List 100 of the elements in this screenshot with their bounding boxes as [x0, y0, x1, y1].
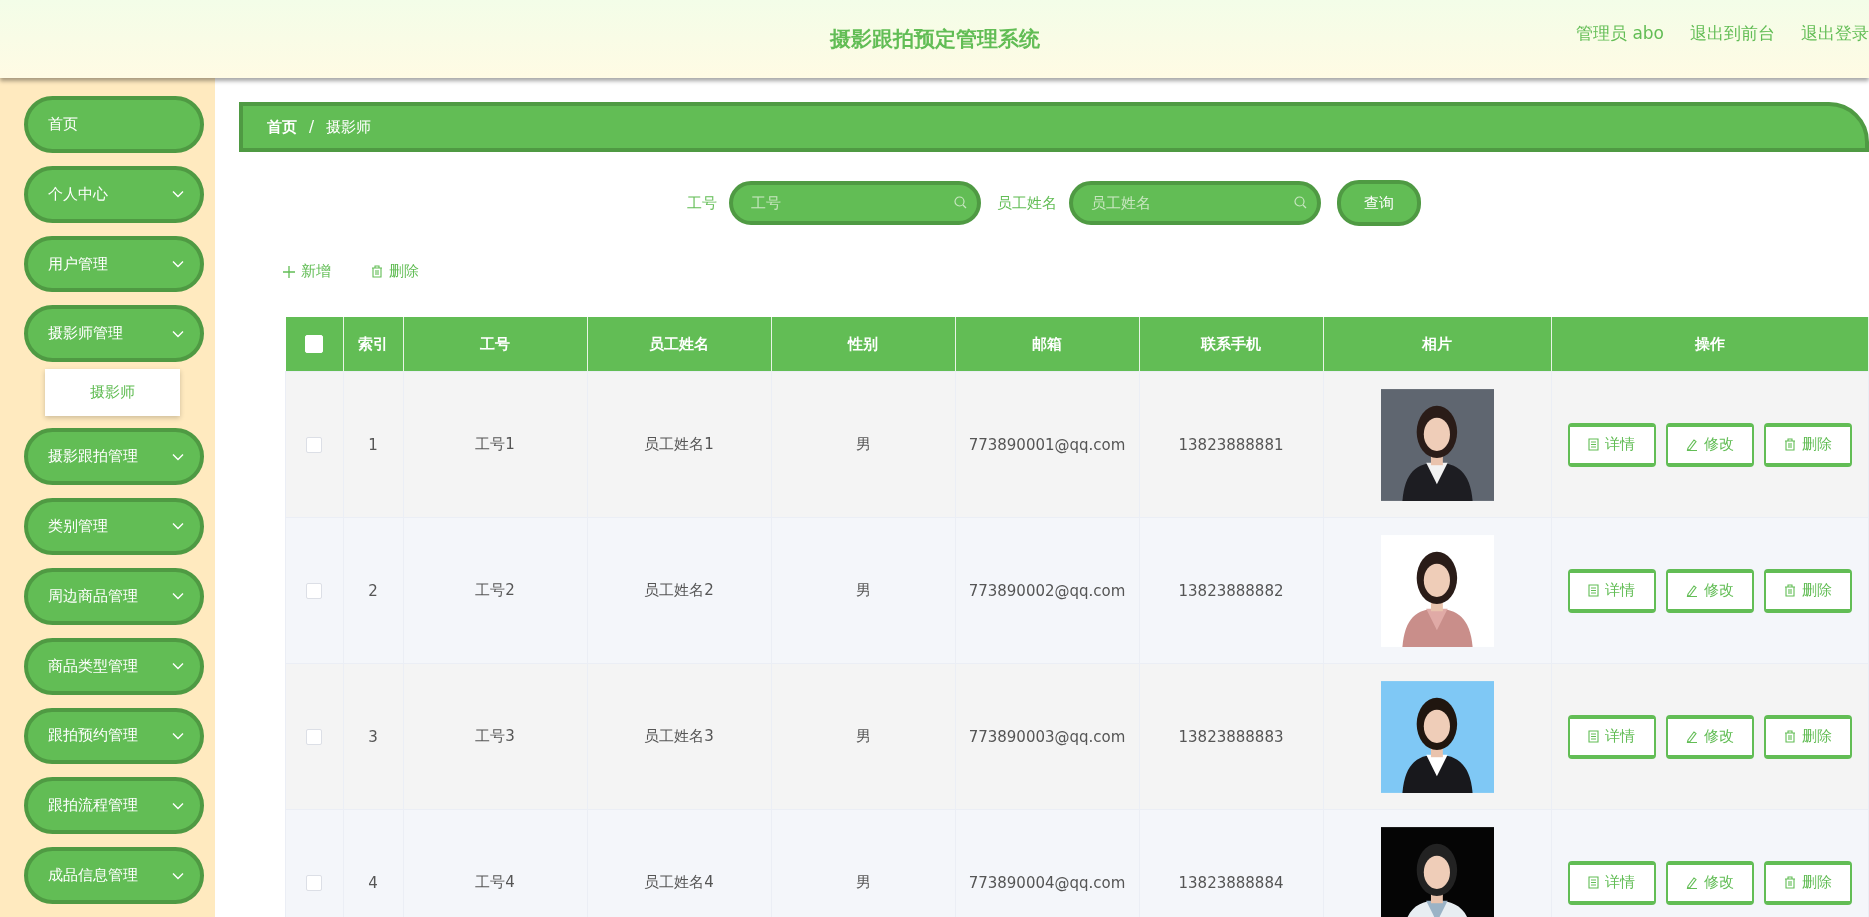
column-header: 相片 — [1323, 317, 1551, 372]
table-cell: 工号3 — [403, 663, 587, 810]
table-cell: 工号1 — [403, 371, 587, 518]
table-cell: 员工姓名4 — [587, 809, 771, 917]
breadcrumb-item[interactable]: 首页 — [267, 117, 297, 137]
system-title: 摄影跟拍预定管理系统 — [829, 26, 1040, 53]
breadcrumb-separator: / — [309, 118, 315, 136]
search-icon — [954, 196, 967, 209]
search-field[interactable]: 员工姓名 — [1069, 181, 1321, 225]
plus-icon — [283, 265, 295, 278]
row-checkbox[interactable] — [306, 437, 323, 453]
menu-item[interactable]: 类别管理 — [24, 498, 204, 555]
submenu-item[interactable]: 摄影师 — [45, 369, 180, 417]
menu-item[interactable]: 摄影跟拍管理 — [24, 428, 204, 485]
table-cell: 工号4 — [403, 809, 587, 917]
chevron-icon — [172, 801, 184, 810]
menu-item[interactable]: 跟拍预约管理 — [24, 707, 204, 765]
table-cell: 13823888883 — [1139, 663, 1323, 810]
pencil-icon — [1685, 584, 1698, 597]
pencil-icon — [1685, 730, 1698, 743]
header-link[interactable]: 退出登录 — [1801, 22, 1869, 45]
header-link[interactable]: 退出到前台 — [1690, 22, 1775, 45]
chevron-icon — [172, 329, 184, 338]
menu-item[interactable]: 用户管理 — [24, 235, 204, 293]
edit-button[interactable]: 修改 — [1665, 714, 1754, 759]
details-button[interactable]: 详情 — [1567, 860, 1656, 905]
menu-item[interactable]: 摄影师管理 — [24, 305, 204, 363]
delete-button[interactable]: 删除 — [1763, 568, 1852, 613]
trash-icon — [371, 265, 383, 278]
column-header: 联系手机 — [1139, 317, 1323, 372]
column-header: 邮箱 — [955, 317, 1139, 372]
edit-button[interactable]: 修改 — [1665, 860, 1754, 905]
menu-item[interactable]: 个人中心 — [24, 165, 204, 223]
table-cell: 员工姓名3 — [587, 663, 771, 810]
row-checkbox[interactable] — [306, 729, 323, 745]
menu-item[interactable]: 首页 — [24, 96, 204, 153]
select-all-checkbox[interactable] — [305, 335, 323, 354]
edit-button[interactable]: 修改 — [1665, 568, 1754, 613]
table-cell: 员工姓名1 — [587, 371, 771, 518]
search-field[interactable]: 工号 — [729, 181, 981, 225]
menu-item[interactable]: 成品信息管理 — [24, 847, 204, 904]
chevron-icon — [172, 522, 184, 531]
field-label: 员工姓名 — [997, 193, 1057, 213]
details-button[interactable]: 详情 — [1567, 568, 1656, 613]
table-cell: 工号2 — [403, 517, 587, 664]
table-cell: 男 — [771, 663, 955, 810]
row-checkbox[interactable] — [306, 583, 323, 599]
pencil-icon — [1685, 876, 1698, 889]
table-cell: 2 — [343, 517, 403, 664]
table-cell: 773890002@qq.com — [955, 517, 1139, 664]
table-cell: 男 — [771, 809, 955, 917]
chevron-icon — [172, 731, 184, 740]
delete-button[interactable]: 删除 — [1763, 860, 1852, 905]
chevron-icon — [172, 452, 184, 461]
trash-icon — [1783, 730, 1796, 743]
table-cell: 773890001@qq.com — [955, 371, 1139, 518]
column-header: 操作 — [1551, 317, 1869, 372]
row-checkbox[interactable] — [306, 875, 323, 891]
trash-icon — [1783, 584, 1796, 597]
add-button[interactable]: 新增 — [283, 258, 331, 285]
menu-item[interactable]: 周边商品管理 — [24, 567, 204, 625]
query-button[interactable]: 查询 — [1337, 180, 1421, 226]
details-button[interactable]: 详情 — [1567, 422, 1656, 467]
trash-icon — [1783, 438, 1796, 451]
table-cell: 员工姓名2 — [587, 517, 771, 664]
table-cell: 3 — [343, 663, 403, 810]
table-cell: 13823888882 — [1139, 517, 1323, 664]
details-button[interactable]: 详情 — [1567, 714, 1656, 759]
table-cell: 773890004@qq.com — [955, 809, 1139, 917]
edit-button[interactable]: 修改 — [1665, 422, 1754, 467]
header-link[interactable]: 管理员 abo — [1576, 22, 1664, 45]
chevron-icon — [172, 592, 184, 601]
document-icon — [1588, 876, 1600, 889]
trash-icon — [1783, 876, 1796, 889]
table-cell: 773890003@qq.com — [955, 663, 1139, 810]
field-label: 工号 — [687, 193, 717, 213]
pencil-icon — [1685, 438, 1698, 451]
menu-item[interactable]: 商品类型管理 — [24, 637, 204, 695]
chevron-icon — [172, 871, 184, 880]
breadcrumb-item[interactable]: 摄影师 — [326, 117, 372, 137]
table-cell: 4 — [343, 809, 403, 917]
search-icon — [1294, 196, 1307, 209]
delete-button[interactable]: 删除 — [1763, 714, 1852, 759]
column-header: 员工姓名 — [587, 317, 771, 372]
table-cell: 男 — [771, 517, 955, 664]
document-icon — [1588, 730, 1600, 743]
table-cell: 男 — [771, 371, 955, 518]
menu-item[interactable]: 跟拍流程管理 — [24, 777, 204, 835]
chevron-icon — [172, 662, 184, 671]
table-cell: 1 — [343, 371, 403, 518]
document-icon — [1588, 584, 1600, 597]
delete-button[interactable]: 删除 — [371, 258, 419, 285]
table-cell: 13823888881 — [1139, 371, 1323, 518]
document-icon — [1588, 438, 1600, 451]
column-header: 索引 — [343, 317, 403, 372]
chevron-icon — [172, 260, 184, 269]
column-header: 工号 — [403, 317, 587, 372]
delete-button[interactable]: 删除 — [1763, 422, 1852, 467]
column-header: 性别 — [771, 317, 955, 372]
table-cell: 13823888884 — [1139, 809, 1323, 917]
